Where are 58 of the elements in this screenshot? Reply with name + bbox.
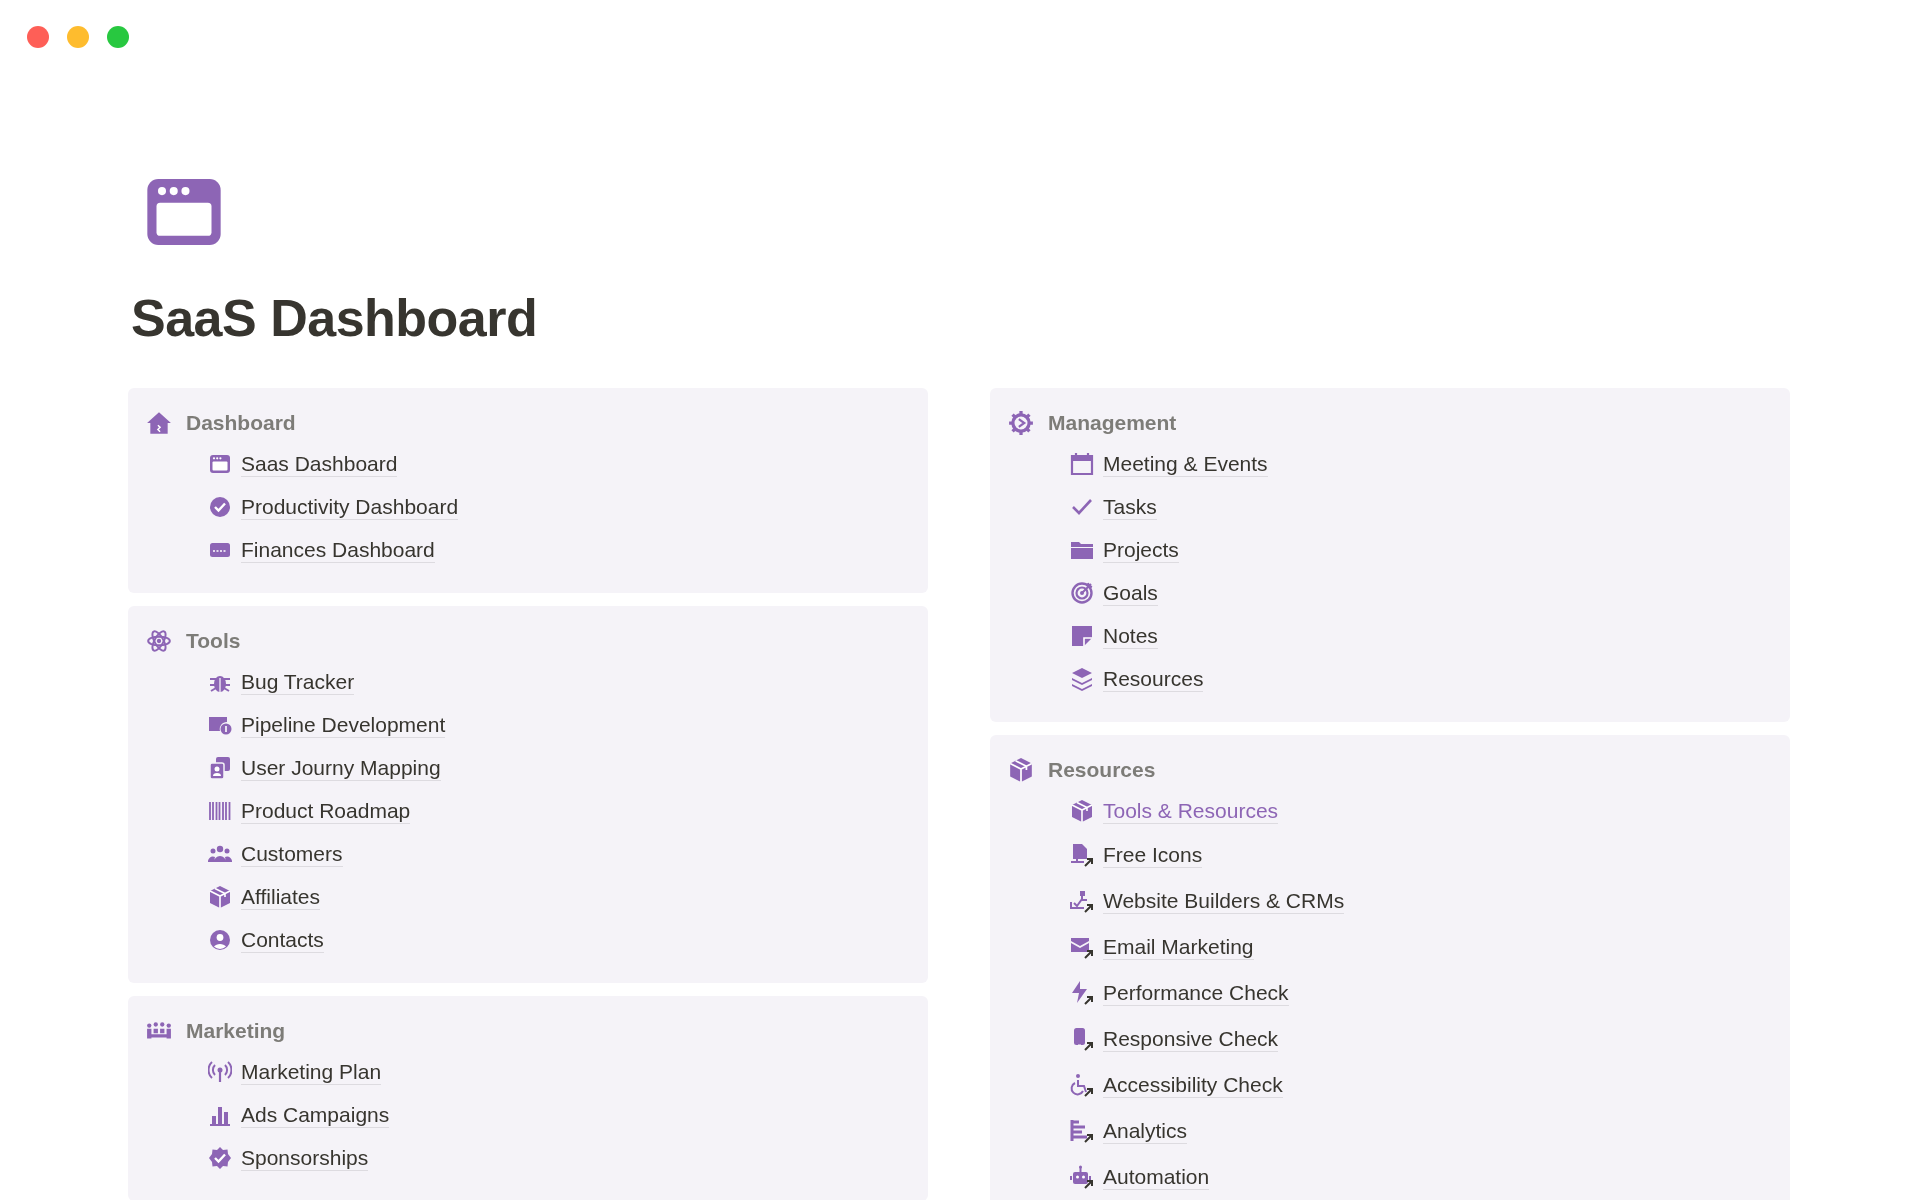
link[interactable]: Accessibility Check: [1103, 1072, 1283, 1098]
target-icon: [1070, 580, 1094, 605]
check-badge-icon: [208, 1145, 232, 1170]
link[interactable]: Analytics: [1103, 1118, 1188, 1144]
layers-icon: [1070, 666, 1094, 691]
section-heading: Dashboard: [186, 411, 296, 435]
person-circle-icon: [208, 927, 232, 952]
page-link[interactable]: Bug Tracker: [241, 668, 355, 695]
house-icon: [146, 410, 172, 436]
robot-link-icon: [1070, 1165, 1094, 1189]
gear-icon: [1008, 410, 1034, 436]
page-link[interactable]: Ads Campaigns: [241, 1101, 390, 1128]
close-button[interactable]: [27, 26, 49, 48]
page-link[interactable]: Customers: [241, 840, 343, 867]
page-link[interactable]: Resources: [1103, 665, 1204, 692]
link[interactable]: Email Marketing: [1103, 934, 1254, 960]
note-icon: [1070, 623, 1094, 648]
page-link[interactable]: Meeting & Events: [1103, 450, 1268, 477]
section-heading: Marketing: [186, 1019, 286, 1043]
envelope-link-icon: [1070, 935, 1094, 959]
antenna-icon: [208, 1059, 232, 1084]
chart-link-icon: [1070, 1119, 1094, 1143]
page-link[interactable]: Projects: [1103, 536, 1179, 563]
cube-icon: [1070, 798, 1094, 823]
document-link-icon: [1070, 843, 1094, 867]
cube-icon: [208, 884, 232, 909]
link[interactable]: Tools & Resources: [1103, 797, 1279, 824]
section-heading: Management: [1048, 411, 1177, 435]
zoom-button[interactable]: [107, 26, 129, 48]
calendar-icon: [1070, 451, 1094, 476]
lightning-link-icon: [1070, 981, 1094, 1005]
wheelchair-link-icon: [1070, 1073, 1094, 1097]
page-link[interactable]: Affiliates: [241, 883, 320, 910]
section-heading: Tools: [186, 629, 241, 653]
minimize-button[interactable]: [67, 26, 89, 48]
cube-icon: [1008, 757, 1034, 783]
link[interactable]: Website Builders & CRMs: [1103, 888, 1345, 914]
page-link[interactable]: Pipeline Development: [241, 711, 446, 738]
page-title: SaaS Dashboard: [131, 288, 539, 348]
link[interactable]: Automation: [1103, 1164, 1210, 1190]
page-link[interactable]: Notes: [1103, 622, 1158, 649]
page-link[interactable]: Productivity Dashboard: [241, 493, 459, 520]
page-link[interactable]: User Journy Mapping: [241, 754, 441, 781]
page-link[interactable]: Goals: [1103, 579, 1158, 606]
id-card-icon: [208, 755, 232, 780]
page-link[interactable]: Marketing Plan: [241, 1058, 382, 1085]
check-circle-icon: [208, 494, 232, 519]
page-link[interactable]: Contacts: [241, 926, 324, 953]
page-link[interactable]: Sponsorships: [241, 1144, 369, 1171]
page-link[interactable]: Saas Dashboard: [241, 450, 398, 477]
link[interactable]: Performance Check: [1103, 980, 1289, 1006]
atom-icon: [146, 628, 172, 654]
page-link[interactable]: Product Roadmap: [241, 797, 411, 824]
link[interactable]: Responsive Check: [1103, 1026, 1279, 1052]
link[interactable]: Free Icons: [1103, 842, 1203, 868]
section-heading: Resources: [1048, 758, 1156, 782]
page-link[interactable]: Tasks: [1103, 493, 1157, 520]
page-link[interactable]: Finances Dashboard: [241, 536, 435, 563]
